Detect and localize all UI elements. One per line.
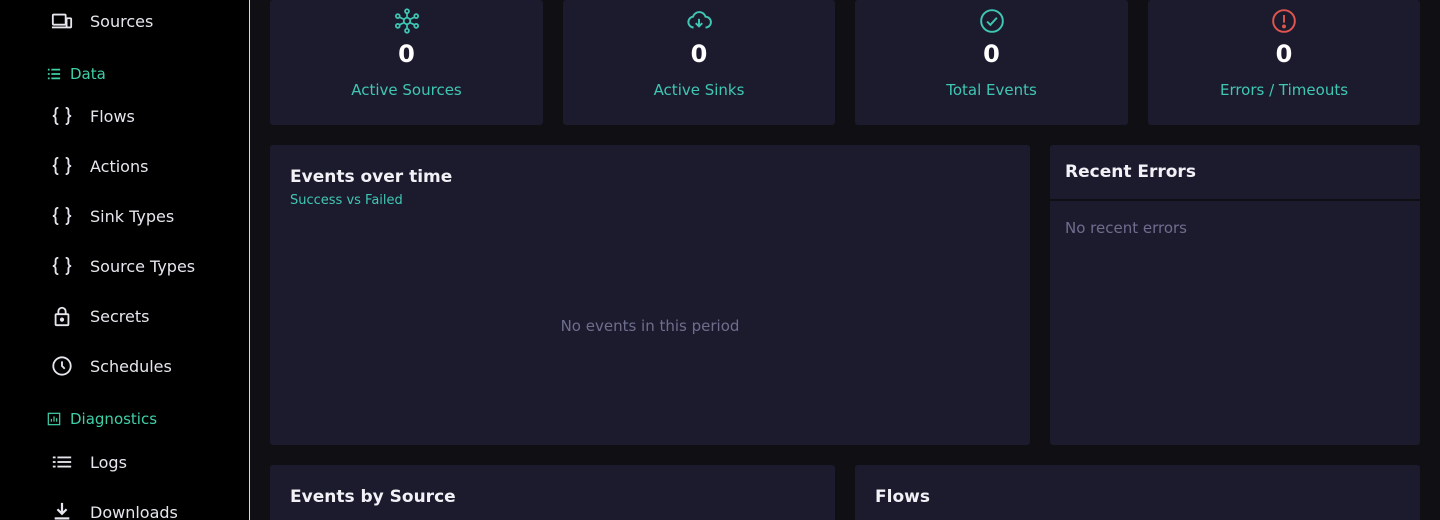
sidebar-item-source-types[interactable]: Source Types (50, 251, 195, 281)
sidebar-item-sources[interactable]: Sources (50, 6, 153, 36)
sidebar-item-label: Sink Types (90, 206, 175, 226)
braces-icon (50, 204, 74, 228)
stat-value: 0 (398, 40, 415, 68)
panel-title: Events over time (290, 167, 453, 187)
sidebar-item-label: Schedules (90, 356, 172, 376)
stat-value: 0 (690, 40, 708, 68)
stat-value: 0 (983, 40, 1000, 68)
section-diagnostics: Diagnostics (46, 407, 157, 431)
stat-card-active-sources: 0 Active Sources (270, 0, 543, 125)
events-over-time-panel: Events over time Success vs Failed No ev… (270, 145, 1030, 445)
empty-state: No events in this period (560, 317, 740, 335)
divider (1050, 199, 1420, 201)
sidebar-item-actions[interactable]: Actions (50, 151, 148, 181)
sidebar-item-schedules[interactable]: Schedules (50, 351, 172, 381)
alert-circle-icon (1148, 8, 1420, 34)
clock-icon (50, 354, 74, 378)
braces-icon (50, 104, 74, 128)
braces-icon (50, 254, 74, 278)
devices-icon (50, 9, 74, 33)
stat-label: Active Sinks (653, 81, 745, 99)
sidebar-item-label: Flows (90, 106, 135, 126)
chart-icon (46, 411, 62, 427)
list-icon (50, 450, 74, 474)
panel-title: Flows (875, 487, 930, 507)
sidebar-item-sink-types[interactable]: Sink Types (50, 201, 174, 231)
recent-errors-panel: Recent Errors No recent errors (1050, 145, 1420, 445)
sidebar-item-label: Sources (90, 11, 154, 31)
sidebar-item-label: Secrets (90, 306, 150, 326)
stat-card-errors-timeouts: 0 Errors / Timeouts (1148, 0, 1420, 125)
sidebar-item-flows[interactable]: Flows (50, 101, 135, 131)
braces-icon (50, 154, 74, 178)
stat-card-total-events: 0 Total Events (855, 0, 1128, 125)
sidebar-item-label: Downloads (90, 502, 178, 520)
stat-label: Errors / Timeouts (1219, 81, 1349, 99)
stat-label: Active Sources (351, 81, 462, 99)
check-circle-icon (855, 8, 1128, 34)
download-icon (50, 500, 74, 520)
sidebar-item-label: Source Types (90, 256, 196, 276)
section-data: Data (46, 62, 106, 86)
app-root: Sources Data Flows Actions Sink Types So… (0, 0, 1440, 520)
panel-title: Events by Source (290, 487, 456, 507)
panel-subtitle: Success vs Failed (290, 193, 403, 208)
events-by-source-panel: Events by Source (270, 465, 835, 520)
stat-value: 0 (1275, 40, 1293, 68)
sidebar: Sources Data Flows Actions Sink Types So… (0, 0, 250, 520)
stat-label: Total Events (946, 81, 1037, 99)
section-label: Diagnostics (70, 410, 158, 428)
empty-state: No recent errors (1065, 219, 1187, 237)
sidebar-item-secrets[interactable]: Secrets (50, 301, 149, 331)
section-label: Data (70, 65, 106, 83)
hub-icon (270, 8, 543, 34)
cloud-download-icon (563, 8, 835, 34)
sidebar-item-label: Actions (90, 156, 149, 176)
panel-title: Recent Errors (1065, 162, 1196, 182)
sidebar-item-downloads[interactable]: Downloads (50, 497, 178, 520)
stat-card-active-sinks: 0 Active Sinks (563, 0, 835, 125)
list-icon (46, 66, 62, 82)
lock-icon (50, 304, 74, 328)
sidebar-item-label: Logs (90, 452, 127, 472)
sidebar-item-logs[interactable]: Logs (50, 447, 127, 477)
flows-panel: Flows (855, 465, 1420, 520)
